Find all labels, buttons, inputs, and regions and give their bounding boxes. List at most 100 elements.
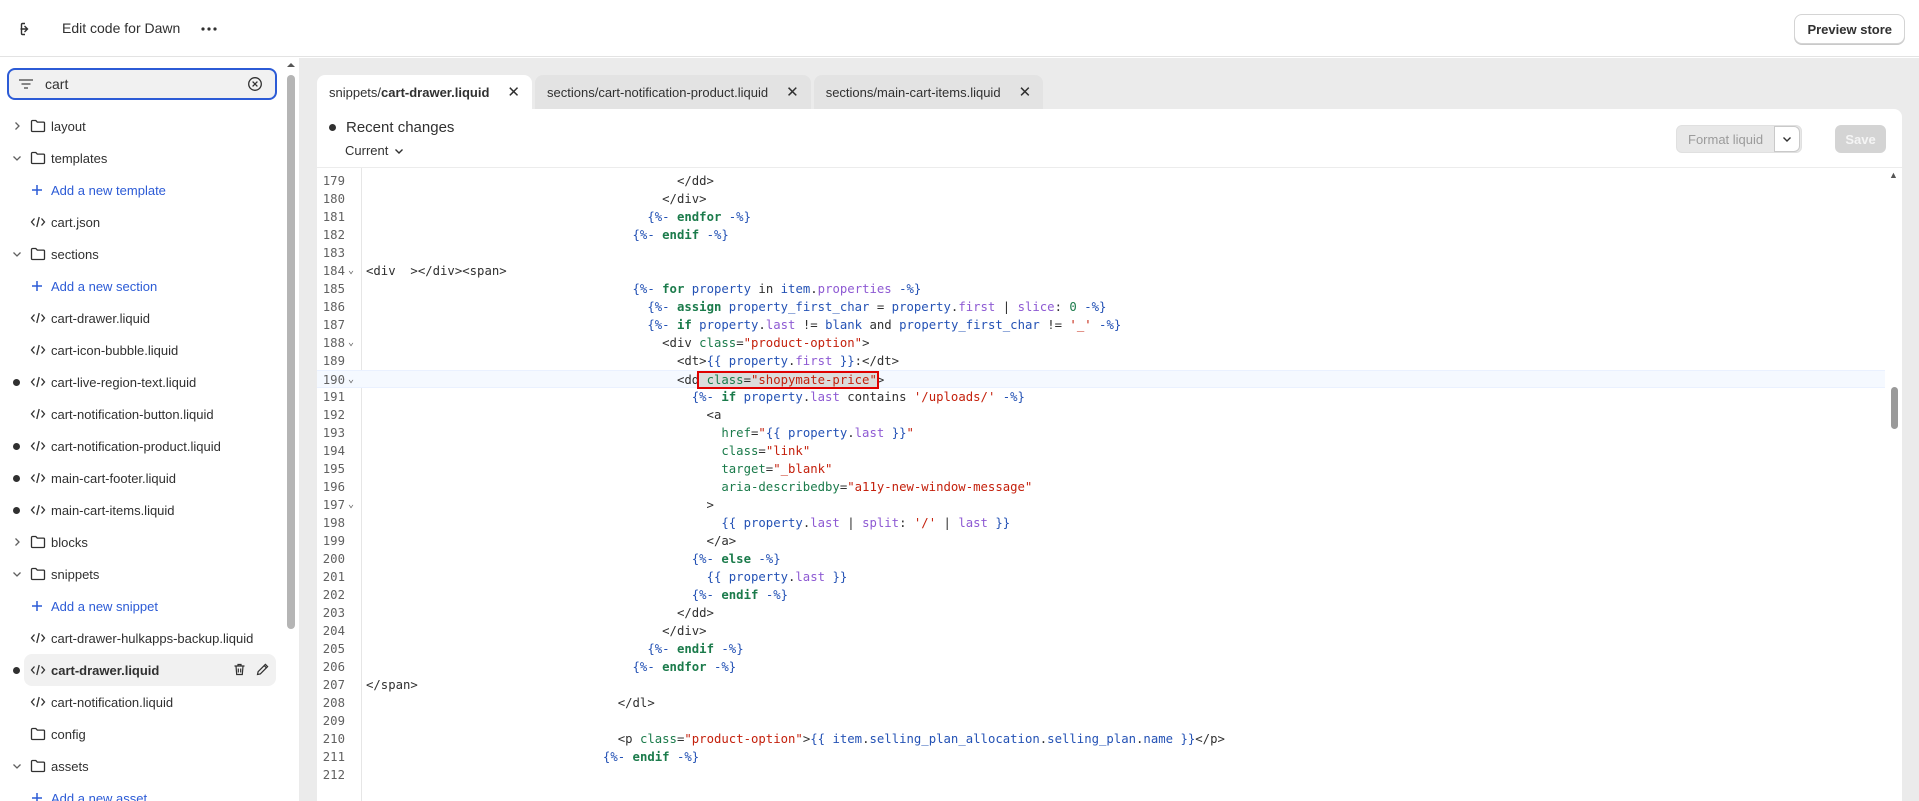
file-cart-notification-product-liquid[interactable]: cart-notification-product.liquid: [0, 430, 285, 462]
code-line[interactable]: 194 class="link": [317, 442, 1885, 460]
add-item-add-a-new-snippet[interactable]: Add a new snippet: [0, 590, 285, 622]
line-number: 193: [322, 426, 345, 440]
code-line[interactable]: 186 {%- assign property_first_char = pro…: [317, 298, 1885, 316]
format-options-button[interactable]: [1774, 126, 1800, 152]
delete-icon[interactable]: [232, 662, 247, 680]
code-line[interactable]: 207 </span>: [317, 676, 1885, 694]
save-button[interactable]: Save: [1835, 125, 1886, 153]
file-cart-live-region-text-liquid[interactable]: cart-live-region-text.liquid: [0, 366, 285, 398]
scroll-up-icon[interactable]: [285, 60, 297, 70]
code-line[interactable]: 192 <a: [317, 406, 1885, 424]
add-item-add-a-new-template[interactable]: Add a new template: [0, 174, 285, 206]
line-number: 186: [322, 300, 345, 314]
chevron-right-icon[interactable]: [11, 536, 23, 548]
code-line[interactable]: 180 </div>: [317, 190, 1885, 208]
search-box[interactable]: [7, 68, 277, 100]
code-line[interactable]: 201 {{ property.last }}: [317, 568, 1885, 586]
editor-tab-main-cart-items-liquid[interactable]: sections/main-cart-items.liquid ✕: [813, 75, 1044, 109]
preview-store-button[interactable]: Preview store: [1794, 14, 1905, 44]
code-line[interactable]: 189 <dt>{{ property.first }}:</dt>: [317, 352, 1885, 370]
code-line[interactable]: 195 target="_blank": [317, 460, 1885, 478]
file-cart-json[interactable]: cart.json: [0, 206, 285, 238]
code-line[interactable]: 181 {%- endfor -%}: [317, 208, 1885, 226]
add-item-add-a-new-asset[interactable]: Add a new asset: [0, 782, 285, 801]
line-number: 199: [322, 534, 345, 548]
chevron-down-icon[interactable]: [11, 760, 23, 772]
chevron-down-icon[interactable]: [11, 568, 23, 580]
clear-search-icon[interactable]: [247, 76, 263, 92]
add-item-add-a-new-section[interactable]: Add a new section: [0, 270, 285, 302]
code-line[interactable]: 187 {%- if property.last != blank and pr…: [317, 316, 1885, 334]
editor-scroll-thumb[interactable]: [1891, 387, 1898, 429]
code-line[interactable]: 190 ⌄ <dd class="shopymate-price">: [317, 370, 1885, 389]
folder-assets[interactable]: assets: [0, 750, 285, 782]
close-tab-icon[interactable]: ✕: [786, 83, 799, 101]
chevron-down-icon[interactable]: [11, 152, 23, 164]
code-line[interactable]: 184 ⌄ <div ></div><span>: [317, 262, 1885, 280]
chevron-right-icon[interactable]: [11, 120, 23, 132]
code-text: <dd class="shopymate-price">: [366, 371, 885, 389]
close-tab-icon[interactable]: ✕: [1019, 83, 1032, 101]
code-line[interactable]: 203 </dd>: [317, 604, 1885, 622]
code-line[interactable]: 197 ⌄ >: [317, 496, 1885, 514]
code-line[interactable]: 202 {%- endif -%}: [317, 586, 1885, 604]
file-main-cart-items-liquid[interactable]: main-cart-items.liquid: [0, 494, 285, 526]
more-actions-button[interactable]: [196, 17, 222, 41]
fold-chevron-icon[interactable]: ⌄: [348, 496, 354, 514]
file-main-cart-footer-liquid[interactable]: main-cart-footer.liquid: [0, 462, 285, 494]
version-selector[interactable]: Current: [345, 143, 404, 158]
code-line[interactable]: 198 {{ property.last | split: '/' | last…: [317, 514, 1885, 532]
code-line[interactable]: 212: [317, 766, 1885, 784]
close-tab-icon[interactable]: ✕: [507, 83, 520, 101]
code-line[interactable]: 185 {%- for property in item.properties …: [317, 280, 1885, 298]
code-line[interactable]: 204 </div>: [317, 622, 1885, 640]
file-cart-drawer-liquid[interactable]: cart-drawer.liquid: [13, 654, 276, 686]
code-line[interactable]: 211 {%- endif -%}: [317, 748, 1885, 766]
code-line[interactable]: 205 {%- endif -%}: [317, 640, 1885, 658]
current-label: Current: [345, 143, 389, 158]
line-number: 194: [322, 444, 345, 458]
folder-snippets[interactable]: snippets: [0, 558, 285, 590]
code-line[interactable]: 193 href="{{ property.last }}": [317, 424, 1885, 442]
editor-scroll-up-icon[interactable]: ▲: [1889, 170, 1898, 180]
editor-tab-cart-notification-product-liquid[interactable]: sections/cart-notification-product.liqui…: [535, 75, 811, 109]
code-line[interactable]: 209: [317, 712, 1885, 730]
tab-prefix: snippets/: [329, 84, 382, 100]
file-cart-notification-liquid[interactable]: cart-notification.liquid: [0, 686, 285, 718]
file-cart-drawer-hulkapps-backup-liquid[interactable]: cart-drawer-hulkapps-backup.liquid: [0, 622, 285, 654]
folder-blocks[interactable]: blocks: [0, 526, 285, 558]
editor-tab-cart-drawer-liquid[interactable]: snippets/cart-drawer.liquid ✕: [317, 75, 532, 109]
tree-item-label: cart-drawer.liquid: [51, 311, 150, 326]
fold-chevron-icon[interactable]: ⌄: [348, 334, 354, 352]
exit-button[interactable]: [14, 16, 40, 42]
folder-layout[interactable]: layout: [0, 110, 285, 142]
folder-templates[interactable]: templates: [0, 142, 285, 174]
code-line[interactable]: 183: [317, 244, 1885, 262]
sidebar-scroll-thumb[interactable]: [287, 75, 295, 629]
search-input[interactable]: [45, 76, 235, 92]
code-line[interactable]: 182 {%- endif -%}: [317, 226, 1885, 244]
code-text: {%- if property.last contains '/uploads/…: [691, 390, 1025, 404]
folder-sections[interactable]: sections: [0, 238, 285, 270]
code-line[interactable]: 206 {%- endfor -%}: [317, 658, 1885, 676]
code-line[interactable]: 208 </dl>: [317, 694, 1885, 712]
code-line[interactable]: 200 {%- else -%}: [317, 550, 1885, 568]
chevron-down-icon[interactable]: [11, 248, 23, 260]
file-cart-notification-button-liquid[interactable]: cart-notification-button.liquid: [0, 398, 285, 430]
code-line[interactable]: 199 </a>: [317, 532, 1885, 550]
fold-chevron-icon[interactable]: ⌄: [348, 371, 354, 389]
code-line[interactable]: 179 </dd>: [317, 172, 1885, 190]
line-number: 200: [322, 552, 345, 566]
line-number: 190: [322, 373, 345, 387]
file-cart-drawer-liquid[interactable]: cart-drawer.liquid: [0, 302, 285, 334]
fold-chevron-icon[interactable]: ⌄: [348, 262, 354, 280]
code-line[interactable]: 188 ⌄ <div class="product-option">: [317, 334, 1885, 352]
code-line[interactable]: 191 {%- if property.last contains '/uplo…: [317, 388, 1885, 406]
folder-config[interactable]: config: [0, 718, 285, 750]
tree-item-label: cart-live-region-text.liquid: [51, 375, 197, 390]
code-line[interactable]: 210 <p class="product-option">{{ item.se…: [317, 730, 1885, 748]
code-editor[interactable]: 179 </dd> 180 </div> 181 {%- endfor -%} 182…: [317, 167, 1902, 801]
rename-icon[interactable]: [255, 662, 270, 680]
file-cart-icon-bubble-liquid[interactable]: cart-icon-bubble.liquid: [0, 334, 285, 366]
code-line[interactable]: 196 aria-describedby="a11y-new-window-me…: [317, 478, 1885, 496]
